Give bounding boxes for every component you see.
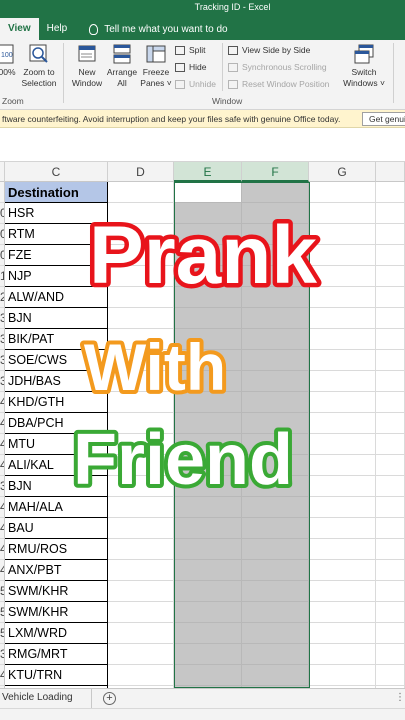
overlay-prank: Prank (89, 210, 317, 301)
excel-window: Tracking ID - Excel View Help Tell me wh… (0, 0, 405, 720)
overlay-with: With (84, 330, 226, 404)
prank-overlay: Prank With Friend (69, 206, 322, 505)
overlay-friend: Friend (73, 420, 293, 500)
